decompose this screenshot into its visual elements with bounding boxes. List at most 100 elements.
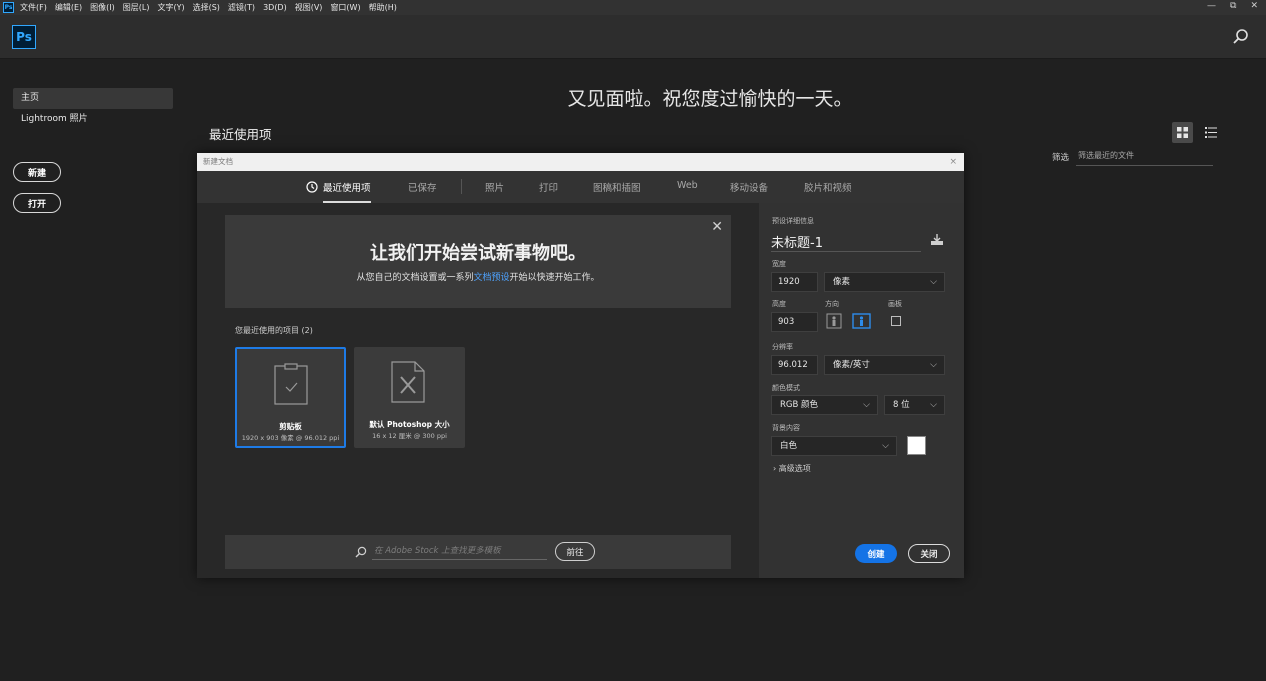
menu-edit[interactable]: 编辑(E) xyxy=(55,2,82,13)
preset-card-desc: 1920 x 903 像素 @ 96.012 ppi xyxy=(241,434,340,442)
document-tools-icon xyxy=(391,361,425,403)
tab-mobile[interactable]: 移动设备 xyxy=(730,180,768,194)
menu-help[interactable]: 帮助(H) xyxy=(369,2,397,13)
close-button[interactable]: 关闭 xyxy=(908,544,950,563)
preset-card-default[interactable]: 默认 Photoshop 大小 16 x 12 厘米 @ 300 ppi xyxy=(354,347,465,448)
tab-separator xyxy=(461,179,462,194)
document-presets-link[interactable]: 文档预设 xyxy=(473,273,509,283)
artboard-label: 画板 xyxy=(888,300,902,308)
tab-film-video[interactable]: 胶片和视频 xyxy=(804,180,852,194)
grid-view-icon[interactable] xyxy=(1172,122,1193,143)
menu-select[interactable]: 选择(S) xyxy=(193,2,220,13)
recent-title: 最近使用项 xyxy=(209,127,272,142)
preset-card-clipboard[interactable]: 剪贴板 1920 x 903 像素 @ 96.012 ppi xyxy=(235,347,346,448)
color-mode-select[interactable]: RGB 颜色 ⌵ xyxy=(771,395,878,415)
background-select[interactable]: 白色 ⌵ xyxy=(771,436,897,456)
welcome-banner: ✕ 让我们开始尝试新事物吧。 从您自己的文档设置或一系列文档预设开始以快速开始工… xyxy=(225,215,731,308)
tab-web[interactable]: Web xyxy=(677,180,698,191)
background-value: 白色 xyxy=(780,441,798,451)
filter-label: 筛选 xyxy=(1052,153,1070,163)
tab-saved[interactable]: 已保存 xyxy=(408,180,437,194)
new-document-dialog: 新建文档 × 最近使用项 已保存 照片 打印 图稿和插图 Web 移动设备 胶片… xyxy=(197,153,964,578)
document-name-input[interactable]: 未标题-1 xyxy=(771,232,921,252)
preset-card-name: 默认 Photoshop 大小 xyxy=(369,420,450,429)
menu-image[interactable]: 图像(I) xyxy=(90,2,115,13)
search-icon xyxy=(355,546,367,558)
header-bar: Ps xyxy=(0,15,1266,59)
preset-details-panel: 预设详细信息 未标题-1 宽度 1920 像素 ⌵ 高度 方向 画板 903 分辨… xyxy=(759,203,964,578)
app-icon: Ps xyxy=(3,2,14,13)
menu-filter[interactable]: 滤镜(T) xyxy=(228,2,255,13)
tab-photo[interactable]: 照片 xyxy=(485,180,504,194)
width-label: 宽度 xyxy=(772,260,786,268)
menu-file[interactable]: 文件(F) xyxy=(20,2,47,13)
banner-close-icon[interactable]: ✕ xyxy=(711,219,723,235)
menu-bar: Ps 文件(F) 编辑(E) 图像(I) 图层(L) 文字(Y) 选择(S) 滤… xyxy=(0,0,1266,15)
color-mode-value: RGB 颜色 xyxy=(780,400,819,410)
chevron-right-icon: › xyxy=(773,464,777,473)
width-unit-value: 像素 xyxy=(833,277,851,287)
greeting-text: 又见面啦。祝您度过愉快的一天。 xyxy=(567,88,853,110)
preset-card-name: 剪贴板 xyxy=(279,422,302,431)
landscape-icon[interactable] xyxy=(852,313,871,329)
height-label: 高度 xyxy=(772,300,786,308)
resolution-label: 分辨率 xyxy=(772,343,793,351)
banner-subtitle: 从您自己的文档设置或一系列文档预设开始以快速开始工作。 xyxy=(225,270,731,283)
search-icon[interactable] xyxy=(1232,28,1250,46)
menu-layer[interactable]: 图层(L) xyxy=(123,2,150,13)
banner-text: 从您自己的文档设置或一系列 xyxy=(356,273,474,283)
clipboard-icon xyxy=(274,363,308,405)
menu-view[interactable]: 视图(V) xyxy=(295,2,323,13)
preset-card-desc: 16 x 12 厘米 @ 300 ppi xyxy=(372,432,447,440)
create-button[interactable]: 创建 xyxy=(855,544,897,563)
chevron-down-icon: ⌵ xyxy=(930,360,937,370)
chevron-down-icon: ⌵ xyxy=(863,400,870,410)
width-input[interactable]: 1920 xyxy=(771,272,818,292)
chevron-down-icon: ⌵ xyxy=(930,400,937,410)
height-input[interactable]: 903 xyxy=(771,312,818,332)
resolution-unit-value: 像素/英寸 xyxy=(833,360,870,370)
window-controls: — ⧉ ✕ xyxy=(1207,1,1258,11)
menu-window[interactable]: 窗口(W) xyxy=(330,2,360,13)
artboard-checkbox[interactable] xyxy=(891,316,901,326)
open-button[interactable]: 打开 xyxy=(13,193,61,213)
width-unit-select[interactable]: 像素 ⌵ xyxy=(824,272,945,292)
tab-recent[interactable]: 最近使用项 xyxy=(307,180,371,203)
tab-print[interactable]: 打印 xyxy=(539,180,558,194)
stock-go-button[interactable]: 前往 xyxy=(555,542,595,561)
banner-text: 开始以快速开始工作。 xyxy=(509,273,600,283)
menu-3d[interactable]: 3D(D) xyxy=(263,3,287,12)
chevron-down-icon: ⌵ xyxy=(930,277,937,287)
menu-type[interactable]: 文字(Y) xyxy=(157,2,184,13)
close-window-button[interactable]: ✕ xyxy=(1250,1,1258,11)
restore-button[interactable]: ⧉ xyxy=(1230,1,1236,11)
new-button[interactable]: 新建 xyxy=(13,162,61,182)
resolution-unit-select[interactable]: 像素/英寸 ⌵ xyxy=(824,355,945,375)
resolution-input[interactable]: 96.012 xyxy=(771,355,818,375)
advanced-options-label: 高级选项 xyxy=(778,464,811,473)
photoshop-logo: Ps xyxy=(12,25,36,49)
tab-art-illustration[interactable]: 图稿和插图 xyxy=(593,180,641,194)
adobe-stock-bar: 在 Adobe Stock 上查找更多模板 前往 xyxy=(225,535,731,569)
background-label: 背景内容 xyxy=(772,424,800,432)
preset-tabs: 最近使用项 已保存 照片 打印 图稿和插图 Web 移动设备 胶片和视频 xyxy=(197,171,964,203)
bit-depth-select[interactable]: 8 位 ⌵ xyxy=(884,395,945,415)
banner-title: 让我们开始尝试新事物吧。 xyxy=(370,243,586,264)
preset-details-label: 预设详细信息 xyxy=(772,217,814,225)
filter-input[interactable]: 筛选最近的文件 xyxy=(1076,149,1213,166)
dialog-titlebar: 新建文档 × xyxy=(197,153,964,171)
list-view-icon[interactable] xyxy=(1200,122,1221,143)
recent-items-label: 您最近使用的项目 (2) xyxy=(235,326,313,335)
dialog-content: ✕ 让我们开始尝试新事物吧。 从您自己的文档设置或一系列文档预设开始以快速开始工… xyxy=(197,203,759,578)
background-color-swatch[interactable] xyxy=(907,436,926,455)
orientation-label: 方向 xyxy=(825,300,839,308)
dialog-title: 新建文档 xyxy=(203,157,233,166)
minimize-button[interactable]: — xyxy=(1207,1,1216,11)
dialog-close-icon[interactable]: × xyxy=(949,153,957,171)
advanced-options-toggle[interactable]: › 高级选项 xyxy=(773,463,811,474)
stock-search-input[interactable]: 在 Adobe Stock 上查找更多模板 xyxy=(372,544,547,560)
save-preset-icon[interactable] xyxy=(930,234,944,246)
bit-depth-value: 8 位 xyxy=(893,400,910,410)
portrait-icon[interactable] xyxy=(826,313,842,329)
sidebar-item-lightroom[interactable]: Lightroom 照片 xyxy=(13,109,173,130)
